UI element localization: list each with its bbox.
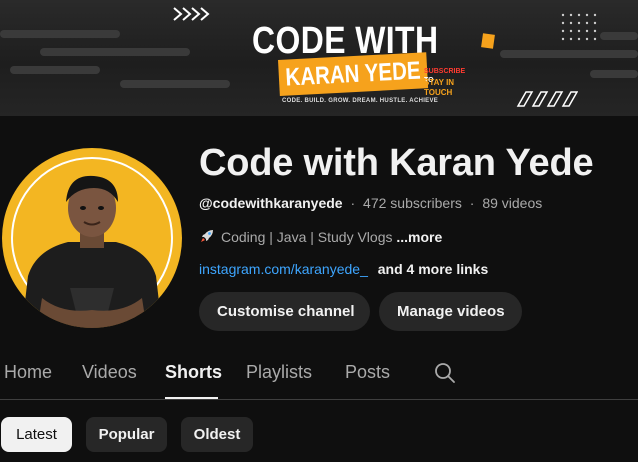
banner-streak bbox=[590, 70, 638, 78]
manage-videos-button[interactable]: Manage videos bbox=[379, 292, 522, 331]
channel-tabs: Home Videos Shorts Playlists Posts bbox=[0, 358, 638, 400]
instagram-link[interactable]: instagram.com/karanyede_ bbox=[199, 261, 368, 277]
dot-grid-icon bbox=[561, 13, 597, 41]
subscriber-count: 472 subscribers bbox=[363, 195, 462, 211]
channel-description[interactable]: Coding | Java | Study Vlogs ...more bbox=[199, 228, 442, 247]
rocket-icon bbox=[199, 228, 215, 247]
banner-streak bbox=[120, 80, 230, 88]
description-more-link[interactable]: ...more bbox=[396, 229, 442, 245]
tab-videos[interactable]: Videos bbox=[82, 362, 137, 383]
channel-links: instagram.com/karanyede_ and 4 more link… bbox=[199, 261, 488, 277]
channel-banner: CODE WITH KARAN YEDE SUBSCRIBE TO STAY I… bbox=[0, 0, 638, 116]
banner-stay-in-touch: STAY IN TOUCH bbox=[424, 78, 455, 97]
slashes-icon bbox=[516, 91, 578, 107]
banner-streak bbox=[500, 50, 638, 58]
more-links-button[interactable]: and 4 more links bbox=[378, 261, 488, 277]
banner-streak bbox=[40, 48, 190, 56]
customise-channel-button[interactable]: Customise channel bbox=[199, 292, 370, 331]
tab-shorts[interactable]: Shorts bbox=[165, 362, 222, 383]
banner-streak bbox=[0, 30, 120, 38]
banner-accent-square bbox=[481, 33, 495, 49]
banner-streak bbox=[10, 66, 100, 74]
meta-separator: · bbox=[350, 195, 356, 211]
banner-streak bbox=[600, 32, 638, 40]
tabs-divider bbox=[0, 399, 638, 400]
filter-chip-oldest[interactable]: Oldest bbox=[181, 417, 253, 452]
channel-handle: @codewithkaranyede bbox=[199, 195, 343, 211]
channel-avatar[interactable] bbox=[2, 148, 182, 328]
banner-title-highlight: KARAN YEDE bbox=[278, 52, 428, 96]
filter-chip-popular[interactable]: Popular bbox=[86, 417, 167, 452]
video-count: 89 videos bbox=[482, 195, 543, 211]
channel-page: CODE WITH KARAN YEDE SUBSCRIBE TO STAY I… bbox=[0, 0, 638, 462]
tab-home[interactable]: Home bbox=[4, 362, 52, 383]
chevrons-icon bbox=[173, 7, 210, 21]
tab-playlists[interactable]: Playlists bbox=[246, 362, 312, 383]
channel-name: Code with Karan Yede bbox=[199, 142, 594, 184]
filter-chip-latest[interactable]: Latest bbox=[1, 417, 72, 452]
search-icon[interactable] bbox=[433, 361, 457, 385]
banner-motto: CODE. BUILD. GROW. DREAM. HUSTLE. ACHIEV… bbox=[282, 98, 439, 104]
meta-separator: · bbox=[469, 195, 475, 211]
tab-posts[interactable]: Posts bbox=[345, 362, 390, 383]
description-text: Coding | Java | Study Vlogs bbox=[221, 229, 393, 245]
channel-meta: @codewithkaranyede · 472 subscribers · 8… bbox=[199, 195, 542, 211]
avatar-portrait bbox=[11, 157, 173, 328]
banner-subscribe-word: SUBSCRIBE bbox=[424, 68, 466, 75]
